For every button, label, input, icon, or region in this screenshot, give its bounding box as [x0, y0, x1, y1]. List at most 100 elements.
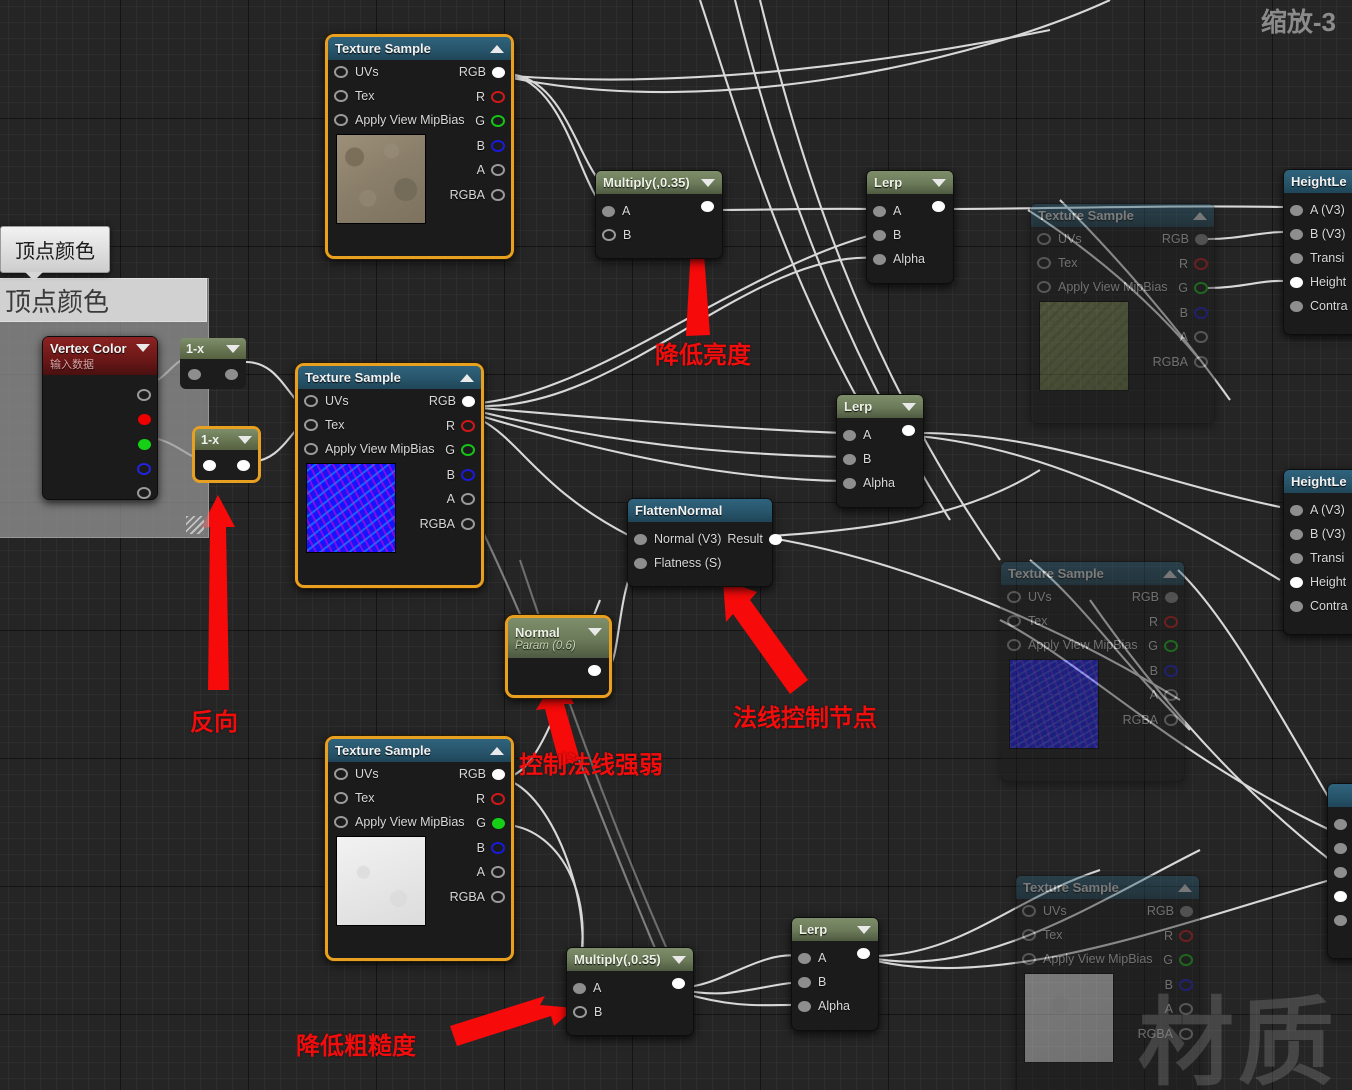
- node-texture-sample-normal[interactable]: Texture Sample UVs Tex Apply View MipBia…: [295, 363, 484, 588]
- input-pin-b[interactable]: [1290, 228, 1303, 240]
- input-pin-a[interactable]: [1290, 504, 1303, 516]
- output-row-a[interactable]: A: [328, 158, 511, 183]
- output-row-r[interactable]: R: [328, 787, 511, 812]
- node-texture-sample-normal-2[interactable]: Texture Sample UVs Tex Apply View MipBia…: [1000, 561, 1185, 782]
- input-pin-b[interactable]: [573, 1006, 587, 1018]
- input-row[interactable]: [1328, 836, 1352, 860]
- output-pin-rgba[interactable]: [43, 383, 157, 408]
- chevron-up-icon[interactable]: [1163, 569, 1177, 578]
- chevron-down-icon[interactable]: [136, 344, 150, 352]
- node-heightlerp-1[interactable]: HeightLe A (V3) B (V3) Transi Height Con…: [1283, 169, 1352, 335]
- output-row-rgba[interactable]: RGBA: [328, 183, 511, 208]
- output-pin-a[interactable]: [491, 866, 505, 879]
- output-pin-a[interactable]: [1164, 689, 1178, 702]
- output-pin-result[interactable]: [857, 948, 870, 959]
- input-row-transition[interactable]: Transi: [1284, 546, 1352, 570]
- chevron-down-icon[interactable]: [932, 178, 946, 187]
- output-pin-rgb[interactable]: [462, 395, 475, 407]
- node-lerp-normal[interactable]: Lerp A B Alpha: [836, 394, 924, 508]
- input-pin-a[interactable]: [798, 952, 811, 964]
- input-pin-b[interactable]: [1290, 528, 1303, 540]
- output-pin-result[interactable]: [672, 978, 685, 989]
- input-pin-b[interactable]: [873, 229, 886, 241]
- output-row-g[interactable]: G: [298, 438, 481, 463]
- input-pin[interactable]: [1334, 842, 1347, 854]
- output-pin-b[interactable]: [1194, 306, 1208, 319]
- input-row-a[interactable]: A (V3): [1284, 198, 1352, 222]
- output-row-b[interactable]: B: [328, 836, 511, 861]
- node-partial-right-edge[interactable]: [1327, 783, 1352, 959]
- node-header[interactable]: [1328, 784, 1352, 807]
- input-pin-alpha[interactable]: [873, 253, 886, 265]
- input-pin-b[interactable]: [843, 453, 856, 465]
- node-header[interactable]: 1-x: [180, 338, 246, 359]
- output-row-rgba[interactable]: RGBA: [328, 885, 511, 910]
- chevron-down-icon[interactable]: [701, 178, 715, 187]
- input-row[interactable]: [1328, 908, 1352, 932]
- input-row-b[interactable]: B: [596, 223, 722, 247]
- output-row-g[interactable]: G: [328, 811, 511, 836]
- node-one-minus-x-a[interactable]: 1-x: [180, 338, 246, 389]
- output-row-b[interactable]: B: [298, 463, 481, 488]
- output-pin-r[interactable]: [491, 90, 505, 103]
- node-header[interactable]: Lerp: [837, 395, 923, 418]
- input-pin-flatness[interactable]: [634, 557, 647, 569]
- node-lerp-basecolor[interactable]: Lerp A B Alpha: [866, 170, 954, 284]
- input-row-transition[interactable]: Transi: [1284, 246, 1352, 270]
- chevron-up-icon[interactable]: [460, 373, 474, 382]
- output-pin-b[interactable]: [43, 457, 157, 482]
- output-row-rgb[interactable]: RGB: [328, 60, 511, 85]
- node-header[interactable]: FlattenNormal: [628, 499, 772, 522]
- chevron-up-icon[interactable]: [490, 44, 504, 53]
- node-header[interactable]: HeightLe: [1284, 170, 1352, 193]
- chevron-down-icon[interactable]: [902, 402, 916, 411]
- input-pin-a[interactable]: [602, 205, 615, 217]
- output-pin-g[interactable]: [43, 432, 157, 457]
- input-row-b[interactable]: B: [567, 1000, 693, 1024]
- input-row-height[interactable]: Height: [1284, 570, 1352, 594]
- output-pin-rgba[interactable]: [1194, 355, 1208, 368]
- input-row-a[interactable]: A (V3): [1284, 498, 1352, 522]
- node-header[interactable]: 1-x: [195, 429, 258, 450]
- output-row-b[interactable]: B: [328, 134, 511, 159]
- node-heightlerp-2[interactable]: HeightLe A (V3) B (V3) Transi Height Con…: [1283, 469, 1352, 635]
- input-pin-normal[interactable]: [634, 533, 647, 545]
- node-texture-sample-grass[interactable]: Texture Sample UVs Tex Apply View MipBia…: [1030, 203, 1215, 424]
- chevron-down-icon[interactable]: [588, 628, 602, 636]
- chevron-down-icon[interactable]: [857, 925, 871, 934]
- input-row-b[interactable]: B: [792, 970, 878, 994]
- output-pin-a[interactable]: [1194, 331, 1208, 344]
- output-pin-result[interactable]: [932, 201, 945, 212]
- output-pin-rgb[interactable]: [1195, 233, 1208, 245]
- input-pin[interactable]: [1334, 890, 1347, 902]
- output-row-rgb[interactable]: RGB: [328, 762, 511, 787]
- node-header[interactable]: Normal Param (0.6): [508, 618, 609, 658]
- output-pin-r[interactable]: [43, 408, 157, 433]
- node-header[interactable]: Texture Sample: [1001, 562, 1184, 585]
- input-pin-a[interactable]: [843, 429, 856, 441]
- input-pin-a[interactable]: [873, 205, 886, 217]
- output-pin-b[interactable]: [491, 139, 505, 152]
- input-pin-height[interactable]: [1290, 576, 1303, 588]
- node-lerp-roughness[interactable]: Lerp A B Alpha: [791, 917, 879, 1031]
- output-row-rgba[interactable]: RGBA: [1031, 350, 1214, 375]
- input-pin-b[interactable]: [602, 229, 616, 241]
- output-pin[interactable]: [237, 459, 250, 471]
- node-header[interactable]: Multiply(,0.35): [567, 948, 693, 971]
- output-pin-rgba[interactable]: [491, 188, 505, 201]
- input-pin-alpha[interactable]: [843, 477, 856, 489]
- material-graph-canvas[interactable]: 顶点颜色 顶点颜色 Vertex Color 输入数据 1-x 1-x Text…: [0, 0, 1352, 1090]
- output-pin-a[interactable]: [43, 481, 157, 506]
- input-pin-contrast[interactable]: [1290, 600, 1303, 612]
- output-row-rgb[interactable]: RGB: [1016, 899, 1199, 924]
- input-row-contrast[interactable]: Contra: [1284, 294, 1352, 318]
- node-multiply-roughness[interactable]: Multiply(,0.35) A B: [566, 947, 694, 1036]
- output-row-a[interactable]: A: [1031, 325, 1214, 350]
- node-header[interactable]: HeightLe: [1284, 470, 1352, 493]
- node-normal-param[interactable]: Normal Param (0.6): [505, 615, 612, 698]
- node-header[interactable]: Texture Sample: [298, 366, 481, 389]
- output-pin-a[interactable]: [491, 164, 505, 177]
- input-pin-height[interactable]: [1290, 276, 1303, 288]
- input-row-height[interactable]: Height: [1284, 270, 1352, 294]
- node-header[interactable]: Texture Sample: [328, 739, 511, 762]
